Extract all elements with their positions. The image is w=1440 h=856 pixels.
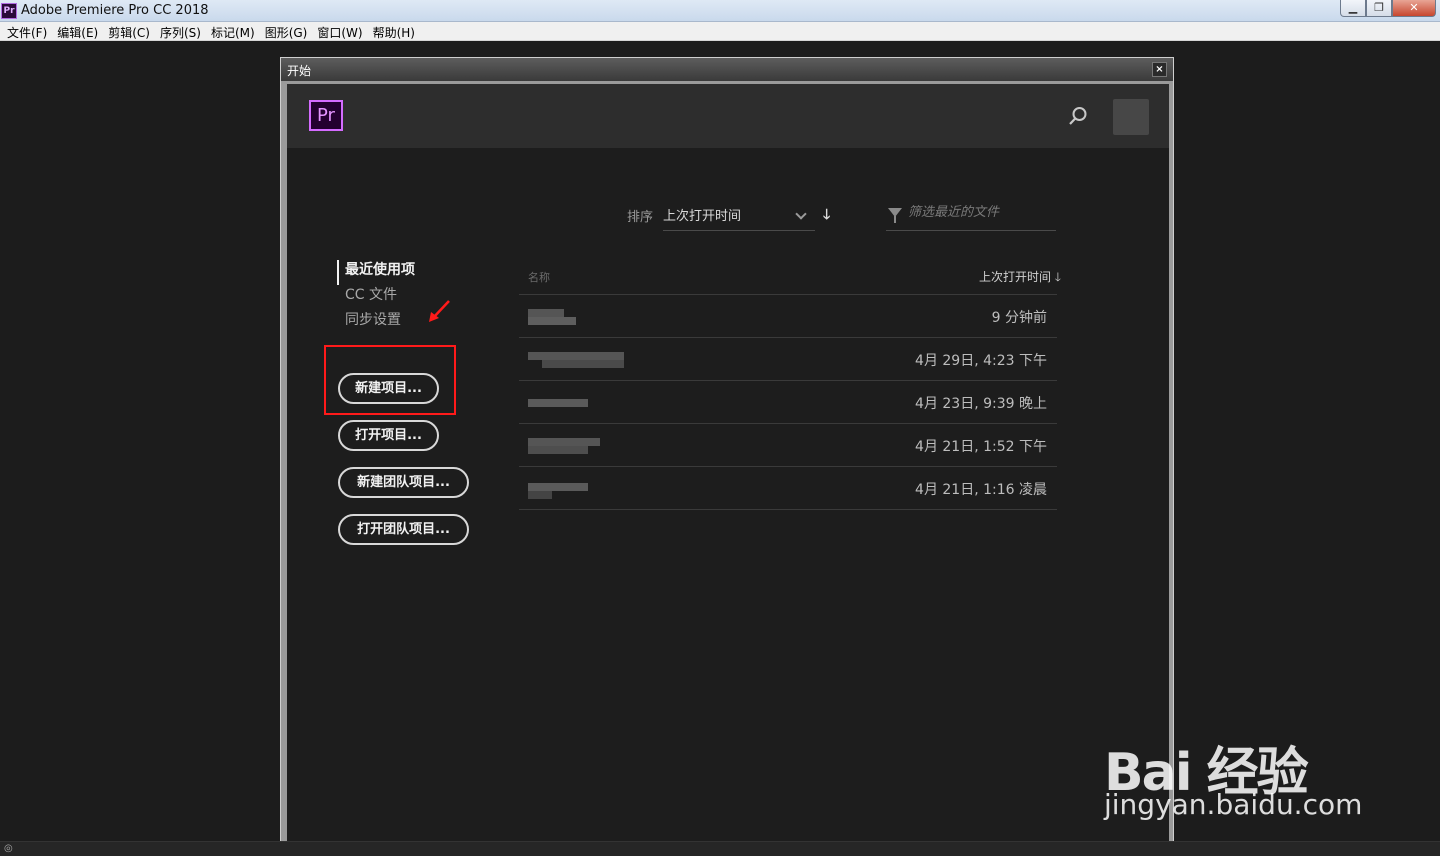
open-team-project-button[interactable]: 打开团队项目... (338, 514, 469, 545)
recent-projects-table: 名称 上次打开时间 🡓 9 分钟前 4月 29日, 4:23 下午 4月 23日… (519, 260, 1061, 510)
table-row[interactable]: 9 分钟前 (519, 295, 1057, 338)
table-row[interactable]: 4月 21日, 1:16 凌晨 (519, 467, 1057, 510)
menu-marker[interactable]: 标记(M) (206, 22, 260, 40)
menu-sequence[interactable]: 序列(S) (155, 22, 206, 40)
new-project-button[interactable]: 新建项目... (338, 373, 439, 404)
table-row[interactable]: 4月 21日, 1:52 下午 (519, 424, 1057, 467)
minimize-button[interactable]: ▁ (1340, 0, 1366, 17)
sort-value: 上次打开时间 (663, 209, 742, 224)
open-project-button[interactable]: 打开项目... (338, 420, 439, 451)
row-time: 9 分钟前 (991, 310, 1047, 326)
filter-funnel-icon (888, 208, 902, 223)
watermark-url: jingyan.baidu.com (1104, 788, 1363, 821)
menu-edit[interactable]: 编辑(E) (52, 22, 103, 40)
status-icon: ◎ (4, 843, 13, 854)
start-screen: Pr 排序 上次打开时间 🡓 最近使用项 CC 文件 同步设置 新建项 (287, 84, 1169, 856)
window-title: Adobe Premiere Pro CC 2018 (21, 3, 209, 18)
annotation-arrow-icon (429, 300, 450, 322)
table-header: 名称 上次打开时间 🡓 (519, 260, 1061, 295)
start-header: Pr (287, 84, 1169, 148)
row-time: 4月 29日, 4:23 下午 (915, 353, 1047, 369)
filter-input[interactable] (908, 205, 1054, 220)
chevron-down-icon (795, 208, 807, 220)
dialog-close-button[interactable]: × (1152, 62, 1167, 77)
sort-direction-icon[interactable]: 🡓 (823, 204, 830, 228)
status-bar: ◎ (0, 841, 1440, 856)
blurred-project-name (528, 395, 624, 411)
blurred-project-name (528, 438, 624, 454)
dialog-titlebar: 开始 × (281, 58, 1173, 81)
new-team-project-button[interactable]: 新建团队项目... (338, 467, 469, 498)
window-controls: ▁ ❐ ✕ (1340, 0, 1436, 18)
start-dialog: 开始 × Pr 排序 上次打开时间 🡓 最近使用项 CC 文件 同步设置 (280, 57, 1174, 856)
search-icon[interactable] (1068, 106, 1088, 126)
row-time: 4月 23日, 9:39 晚上 (915, 396, 1047, 412)
blurred-project-name (528, 481, 624, 499)
premiere-logo: Pr (309, 100, 343, 131)
menu-clip[interactable]: 剪辑(C) (103, 22, 155, 40)
restore-button[interactable]: ❐ (1366, 0, 1392, 17)
menu-bar: 文件(F) 编辑(E) 剪辑(C) 序列(S) 标记(M) 图形(G) 窗口(W… (0, 22, 1440, 41)
row-time: 4月 21日, 1:16 凌晨 (915, 482, 1047, 498)
menu-graphics[interactable]: 图形(G) (260, 22, 313, 40)
blurred-project-name (528, 352, 624, 368)
column-time-header[interactable]: 上次打开时间 🡓 (979, 268, 1061, 289)
menu-file[interactable]: 文件(F) (2, 22, 52, 40)
table-row[interactable]: 4月 23日, 9:39 晚上 (519, 381, 1057, 424)
sort-label: 排序 (627, 210, 654, 225)
filter-field[interactable] (886, 200, 1056, 231)
table-row[interactable]: 4月 29日, 4:23 下午 (519, 338, 1057, 381)
user-avatar[interactable] (1113, 99, 1149, 135)
column-name-header[interactable]: 名称 (528, 269, 550, 285)
nav-recent[interactable]: 最近使用项 (337, 260, 477, 285)
window-titlebar: Pr Adobe Premiere Pro CC 2018 ▁ ❐ ✕ (0, 0, 1440, 22)
sort-dropdown[interactable]: 上次打开时间 (663, 200, 815, 231)
row-time: 4月 21日, 1:52 下午 (915, 439, 1047, 455)
close-window-button[interactable]: ✕ (1392, 0, 1436, 17)
menu-help[interactable]: 帮助(H) (368, 22, 420, 40)
blurred-project-name (528, 309, 624, 325)
premiere-app-icon: Pr (1, 3, 17, 19)
dialog-title: 开始 (287, 64, 312, 78)
menu-window[interactable]: 窗口(W) (312, 22, 367, 40)
baidu-watermark: Bai 经验 jingyan.baidu.com (1104, 706, 1364, 826)
